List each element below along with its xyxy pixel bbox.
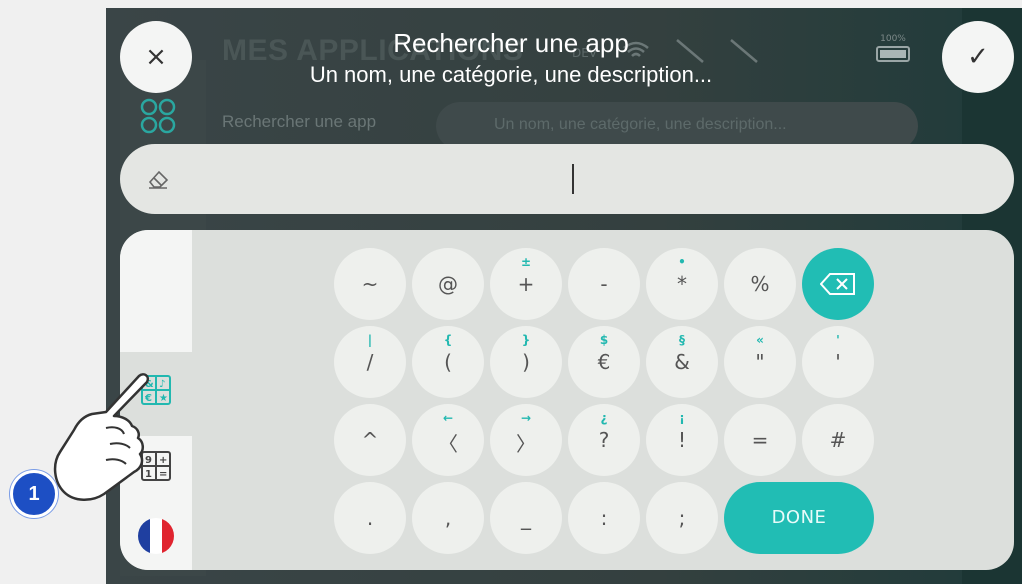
virtual-keyboard: & ♪ € ★ 9 +1 = ~ @ ± + - • * % | / {( }) $ € § & «… bbox=[120, 230, 1014, 570]
check-icon: ✓ bbox=[967, 42, 989, 72]
backspace-icon bbox=[819, 273, 856, 295]
svg-text:★: ★ bbox=[159, 393, 168, 404]
key-close-paren[interactable]: }) bbox=[490, 326, 562, 398]
key-left-angle[interactable]: ← 〈 bbox=[412, 404, 484, 476]
background-search-label: Rechercher une app bbox=[222, 112, 377, 131]
confirm-button[interactable]: ✓ bbox=[942, 21, 1014, 93]
key-apostrophe[interactable]: ' ' bbox=[802, 326, 874, 398]
french-flag-icon[interactable] bbox=[138, 518, 174, 554]
key-open-paren[interactable]: {( bbox=[412, 326, 484, 398]
key-semicolon[interactable]: ; bbox=[646, 482, 718, 554]
key-double-quote[interactable]: «" bbox=[724, 326, 796, 398]
svg-text:=: = bbox=[159, 469, 167, 480]
key-equals[interactable]: = bbox=[724, 404, 796, 476]
eraser-icon[interactable] bbox=[146, 168, 170, 190]
step-number-badge: 1 bbox=[10, 470, 58, 518]
key-hash[interactable]: # bbox=[802, 404, 874, 476]
close-icon: × bbox=[145, 42, 167, 72]
done-button[interactable]: DONE bbox=[724, 482, 874, 554]
search-input[interactable] bbox=[120, 144, 1014, 214]
key-at[interactable]: @ bbox=[412, 248, 484, 320]
key-period[interactable]: . bbox=[334, 482, 406, 554]
svg-text:+: + bbox=[159, 455, 167, 466]
key-euro[interactable]: $ € bbox=[568, 326, 640, 398]
letters-tab[interactable] bbox=[120, 230, 192, 352]
key-asterisk[interactable]: • * bbox=[646, 248, 718, 320]
close-button[interactable]: × bbox=[120, 21, 192, 93]
key-comma[interactable]: , bbox=[412, 482, 484, 554]
key-tilde[interactable]: ~ bbox=[334, 248, 406, 320]
key-underscore[interactable]: _ bbox=[490, 482, 562, 554]
key-plus[interactable]: ± + bbox=[490, 248, 562, 320]
apps-icon bbox=[140, 98, 176, 134]
done-label: DONE bbox=[771, 507, 827, 528]
background-search-field: Un nom, une catégorie, une description..… bbox=[436, 102, 918, 150]
key-exclamation[interactable]: ¡! bbox=[646, 404, 718, 476]
key-right-angle[interactable]: → 〉 bbox=[490, 404, 562, 476]
pointing-hand-icon bbox=[44, 368, 154, 508]
backspace-button[interactable] bbox=[802, 248, 874, 320]
key-question[interactable]: ¿? bbox=[568, 404, 640, 476]
text-caret bbox=[572, 164, 574, 194]
key-ampersand[interactable]: § & bbox=[646, 326, 718, 398]
key-slash[interactable]: | / bbox=[334, 326, 406, 398]
key-percent[interactable]: % bbox=[724, 248, 796, 320]
key-colon[interactable]: : bbox=[568, 482, 640, 554]
svg-text:♪: ♪ bbox=[159, 379, 165, 390]
key-caret[interactable]: ^ bbox=[334, 404, 406, 476]
key-minus[interactable]: - bbox=[568, 248, 640, 320]
